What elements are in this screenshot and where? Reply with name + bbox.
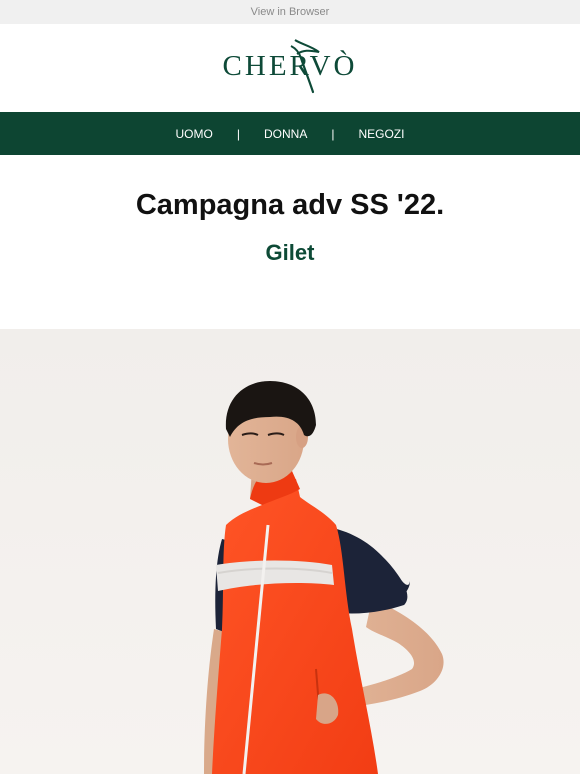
model-wearing-gilet-image — [0, 329, 580, 774]
hero-image[interactable] — [0, 329, 580, 774]
preheader-bar: View in Browser — [0, 0, 580, 24]
nav-item-donna[interactable]: DONNA — [242, 127, 329, 141]
brand-logo[interactable]: CHERVÒ — [205, 36, 375, 100]
main-nav: UOMO | DONNA | NEGOZI — [0, 112, 580, 155]
nav-item-uomo[interactable]: UOMO — [154, 127, 235, 141]
product-category-title: Gilet — [265, 240, 315, 265]
brand-wordmark: CHERVÒ — [222, 50, 358, 82]
page-title: Campagna adv SS '22. — [135, 189, 445, 221]
view-in-browser-link[interactable]: View in Browser — [251, 6, 330, 18]
nav-separator: | — [331, 126, 335, 141]
header: CHERVÒ — [0, 24, 580, 112]
headline-section: Campagna adv SS '22. Gilet — [0, 155, 580, 329]
nav-separator: | — [236, 126, 240, 141]
nav-item-negozi[interactable]: NEGOZI — [336, 127, 426, 141]
